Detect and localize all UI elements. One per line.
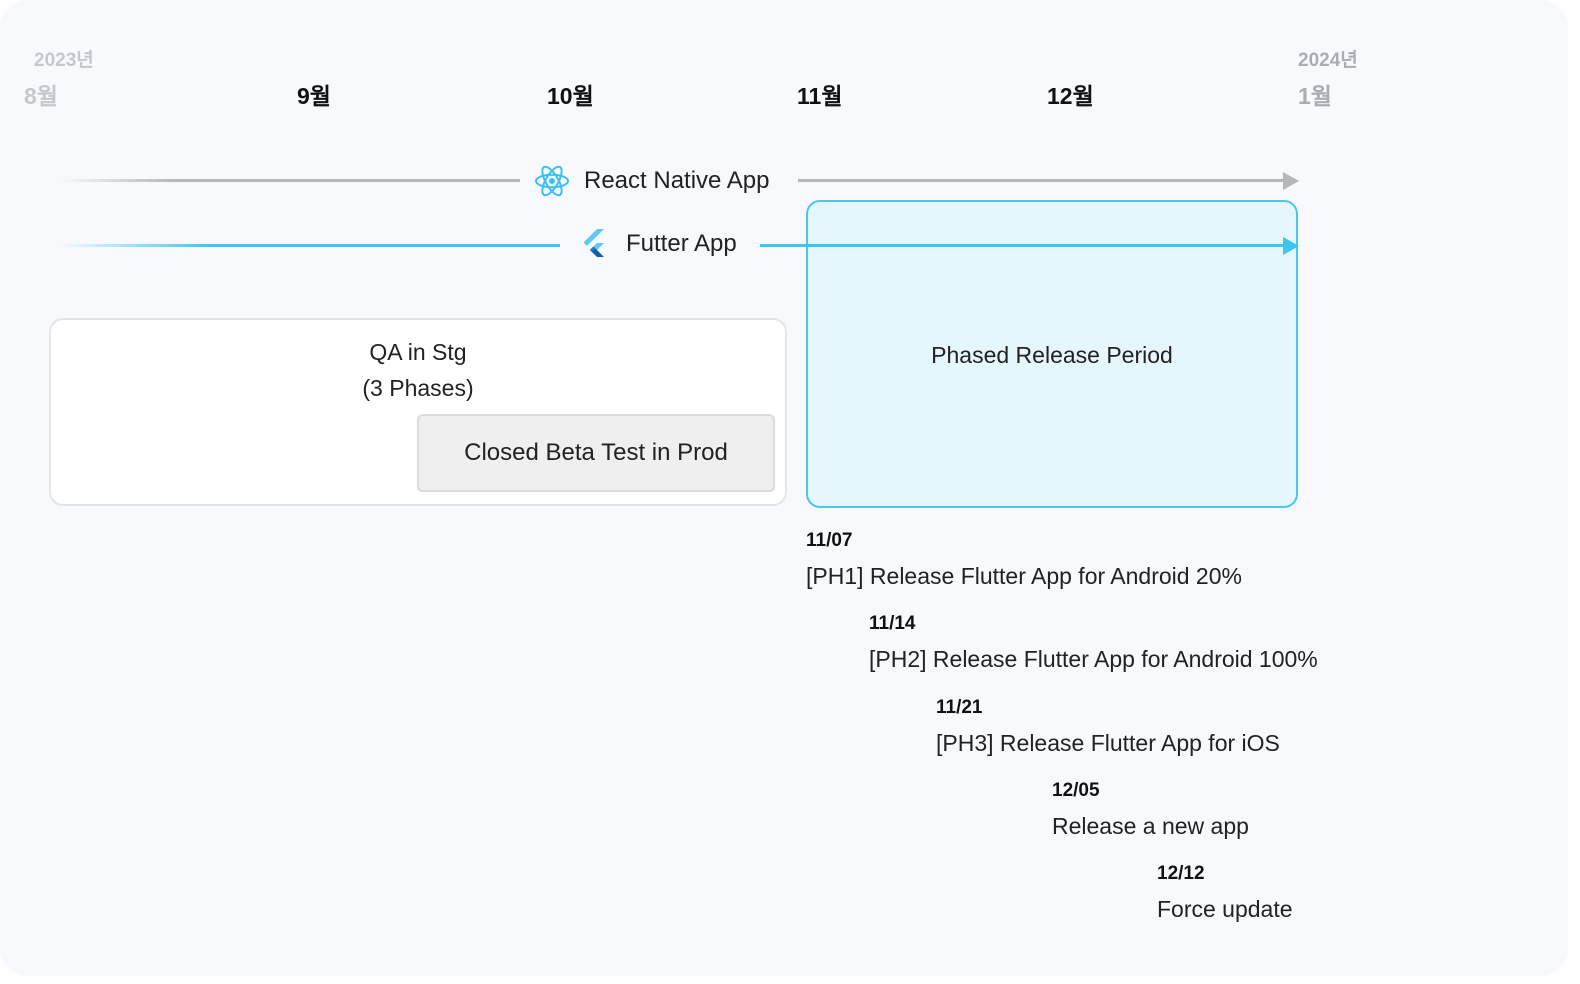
month-aug-2023: 2023년 8월 <box>24 48 160 110</box>
milestone-date: 12/05 <box>1052 780 1100 801</box>
year-label-2024: 2024년 <box>1298 50 1358 71</box>
milestone-desc: Force update <box>1157 896 1293 922</box>
year-label-2023: 2023년 <box>34 50 94 71</box>
month-label: 12월 <box>1047 83 1094 109</box>
year-label <box>1047 48 1167 74</box>
flutter-track-arrowhead <box>1283 237 1299 255</box>
milestone-ph3: 11/21 [PH3] Release Flutter App for iOS <box>936 695 1280 758</box>
month-nov: 11월 <box>797 48 917 110</box>
milestone-desc: [PH2] Release Flutter App for Android 10… <box>869 646 1318 672</box>
month-dec: 12월 <box>1047 48 1167 110</box>
closed-beta-label: Closed Beta Test in Prod <box>464 439 728 466</box>
milestone-ph2: 11/14 [PH2] Release Flutter App for Andr… <box>869 611 1318 674</box>
flutter-icon <box>576 226 612 262</box>
flutter-track-line-right <box>760 244 1284 247</box>
month-label: 11월 <box>797 83 843 109</box>
flutter-track-text: Futter App <box>626 230 737 257</box>
milestone-date: 12/12 <box>1157 863 1205 884</box>
month-oct: 10월 <box>547 48 667 110</box>
milestone-desc: [PH1] Release Flutter App for Android 20… <box>806 563 1242 589</box>
year-label <box>547 48 667 74</box>
milestone-date: 11/07 <box>806 530 853 551</box>
month-label: 8월 <box>24 83 58 109</box>
month-jan-2024: 2024년 1월 <box>1298 48 1418 110</box>
react-track-label: React Native App <box>534 163 769 199</box>
react-track-line-right <box>798 179 1284 182</box>
month-label: 1월 <box>1298 83 1332 109</box>
qa-title-line1: QA in Stg <box>369 339 467 365</box>
milestone-ph1: 11/07 [PH1] Release Flutter App for Andr… <box>806 528 1242 591</box>
closed-beta-box: Closed Beta Test in Prod <box>417 414 775 492</box>
qa-in-stg-box: QA in Stg (3 Phases) Closed Beta Test in… <box>49 318 787 506</box>
month-label: 10월 <box>547 83 594 109</box>
year-label <box>297 48 417 74</box>
milestone-new-app: 12/05 Release a new app <box>1052 778 1249 841</box>
milestone-date: 11/21 <box>936 697 983 718</box>
phased-release-label: Phased Release Period <box>931 342 1173 368</box>
milestone-desc: Release a new app <box>1052 813 1249 839</box>
qa-title-line2: (3 Phases) <box>362 375 474 401</box>
milestone-force-update: 12/12 Force update <box>1157 861 1293 924</box>
milestone-date: 11/14 <box>869 613 916 634</box>
qa-title: QA in Stg (3 Phases) <box>51 334 785 406</box>
react-icon <box>534 163 570 199</box>
flutter-track-line-left <box>60 244 560 247</box>
flutter-track-label: Futter App <box>576 226 737 262</box>
month-label: 9월 <box>297 83 331 109</box>
react-track-text: React Native App <box>584 167 770 194</box>
react-track-arrowhead <box>1283 172 1299 190</box>
month-sep: 9월 <box>297 48 417 110</box>
milestone-desc: [PH3] Release Flutter App for iOS <box>936 730 1280 756</box>
year-label <box>797 48 917 74</box>
react-track-line-left <box>60 179 520 182</box>
timeline-canvas: 2023년 8월 9월 10월 11월 12월 2024년 1월 React N… <box>0 0 1568 976</box>
